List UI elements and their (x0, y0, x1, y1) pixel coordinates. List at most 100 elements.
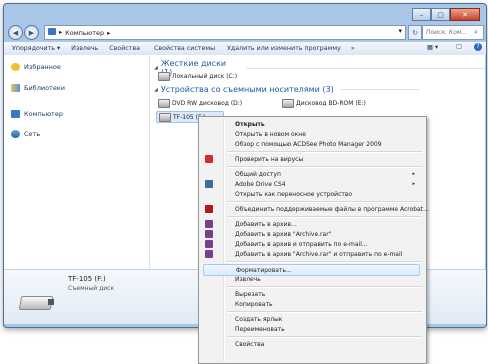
search-icon: ⌕ (474, 28, 478, 36)
menu-item-label: Добавить в архив и отправить по e-mail..… (235, 240, 368, 248)
menu-item-5[interactable]: Общий доступ ▸ (203, 169, 418, 179)
search-input[interactable] (423, 29, 474, 36)
winrar-icon (205, 230, 213, 238)
back-arrow-icon: ◀ (12, 28, 19, 37)
maximize-button[interactable]: ▢ (431, 8, 450, 21)
menu-item-19[interactable]: Свойства (203, 339, 418, 349)
breadcrumb-arrow-icon[interactable]: ▸ (107, 29, 110, 37)
details-type: Съемный диск (68, 285, 115, 292)
usb-connector-icon (48, 299, 54, 305)
menu-item-label: Открыть (235, 120, 265, 128)
menu-item-15[interactable]: Вырезать (203, 289, 418, 299)
drive-bd-e[interactable]: Дисковод BD-ROM (E:) (282, 99, 366, 108)
refresh-button[interactable]: ↻ (408, 25, 422, 40)
forward-button[interactable]: ▶ (24, 25, 39, 40)
hard-drive-icon (158, 72, 170, 81)
menu-item-label: Извлечь (235, 275, 261, 283)
group-header-removable[interactable]: ◢ Устройства со съемными носителями (3) (154, 85, 420, 94)
menu-item-1[interactable]: Открыть (203, 119, 418, 129)
menu-separator (227, 201, 422, 203)
menu-item-label: Копировать (235, 300, 273, 308)
refresh-icon: ↻ (412, 28, 418, 37)
menu-item-12[interactable]: Добавить в архив "Archive.rar" и отправи… (203, 249, 418, 259)
menu-item-label: Свойства (235, 340, 265, 348)
menu-item-2[interactable]: Открыть в новом окне (203, 129, 418, 139)
help-button[interactable]: ? (474, 43, 482, 51)
nav-item-computer[interactable]: Компьютер (11, 110, 63, 118)
caption-buttons: – ▢ ✕ (412, 8, 480, 21)
star-icon (11, 63, 20, 71)
minimize-button[interactable]: – (412, 8, 431, 21)
menu-item-18[interactable]: Переименовать (203, 324, 418, 334)
computer-icon (48, 28, 56, 35)
preview-pane-button[interactable]: ▢ (456, 43, 462, 50)
address-dropdown-icon[interactable]: ▾ (398, 27, 402, 35)
menu-item-label: Объединить поддерживаемые файлы в програ… (235, 205, 429, 213)
more-commands-button[interactable]: » (351, 45, 355, 52)
menu-item-8[interactable]: Объединить поддерживаемые файлы в програ… (203, 204, 429, 214)
menu-item-4[interactable]: Проверить на вирусы (203, 154, 418, 164)
menu-item-label: Переименовать (235, 325, 285, 333)
uninstall-program-button[interactable]: Удалить или изменить программу (227, 45, 341, 52)
menu-item-10[interactable]: Добавить в архив "Archive.rar" (203, 229, 418, 239)
menu-separator (227, 286, 422, 288)
menu-separator (227, 216, 422, 218)
drive-dvd-d[interactable]: DVD RW дисковод (D:) (158, 99, 242, 108)
nav-item-libraries[interactable]: Библиотеки (11, 84, 65, 92)
collapse-triangle-icon: ◢ (154, 65, 158, 71)
menu-item-label: Открыть в новом окне (235, 130, 306, 138)
nav-item-favorites[interactable]: Избранное (11, 63, 61, 71)
drive-label: Локальный диск (C:) (172, 73, 238, 80)
menu-item-label: Добавить в архив "Archive.rar" и отправи… (235, 250, 403, 258)
winrar-icon (205, 240, 213, 248)
menu-item-7[interactable]: Открыть как переносное устройство (203, 189, 418, 199)
menu-item-6[interactable]: Adobe Drive CS4 ▸ (203, 179, 418, 189)
breadcrumb-arrow-icon: ▸ (59, 29, 63, 36)
menu-separator (227, 336, 422, 338)
nav-item-label: Библиотеки (24, 84, 65, 92)
menu-item-14[interactable]: Извлечь (203, 274, 418, 284)
nav-item-network[interactable]: Сеть (11, 130, 40, 138)
drive-local-c[interactable]: Локальный диск (C:) (158, 72, 237, 81)
menu-item-9[interactable]: Добавить в архив... (203, 219, 418, 229)
network-icon (11, 130, 20, 138)
back-button[interactable]: ◀ (8, 25, 23, 40)
kaspersky-icon (205, 155, 213, 163)
menu-item-label: Обзор с помощью ACDSee Photo Manager 200… (235, 140, 382, 148)
acrobat-icon (205, 205, 213, 213)
view-options-button[interactable]: ▦ ▾ (427, 44, 438, 51)
organize-button[interactable]: Упорядочить ▾ (12, 45, 60, 52)
breadcrumb-computer[interactable]: Компьютер (65, 29, 104, 37)
menu-item-17[interactable]: Создать ярлык (203, 314, 418, 324)
menu-separator (227, 166, 422, 168)
drive-label: Дисковод BD-ROM (E:) (296, 100, 366, 107)
menu-item-label: Общий доступ (235, 170, 281, 178)
address-bar[interactable]: ▸ Компьютер ▸ ▾ (44, 25, 406, 40)
command-toolbar: Упорядочить ▾ Извлечь Свойства Свойства … (4, 41, 486, 56)
search-box[interactable]: ⌕ (422, 25, 484, 40)
system-properties-button[interactable]: Свойства системы (154, 45, 215, 52)
details-name: TF-105 (F:) (68, 275, 106, 283)
menu-item-11[interactable]: Добавить в архив и отправить по e-mail..… (203, 239, 418, 249)
submenu-arrow-icon: ▸ (412, 181, 415, 187)
group-divider (245, 67, 485, 69)
group-title: Устройства со съемными носителями (3) (160, 85, 334, 94)
menu-item-label: Добавить в архив "Archive.rar" (235, 230, 332, 238)
properties-button[interactable]: Свойства (109, 45, 140, 52)
menu-item-3[interactable]: Обзор с помощью ACDSee Photo Manager 200… (203, 139, 418, 149)
navigation-pane: Избранное Библиотеки Компьютер Сеть (4, 55, 150, 269)
close-button[interactable]: ✕ (450, 8, 480, 21)
menu-item-label: Добавить в архив... (235, 220, 297, 228)
eject-button[interactable]: Извлечь (71, 45, 98, 52)
winrar-icon (205, 250, 213, 258)
group-divider (339, 89, 420, 90)
computer-icon (11, 110, 20, 118)
dvd-drive-icon (158, 99, 170, 108)
menu-item-label: Adobe Drive CS4 (235, 180, 286, 188)
nav-item-label: Избранное (24, 63, 61, 71)
collapse-triangle-icon: ◢ (154, 86, 158, 93)
forward-arrow-icon: ▶ (28, 28, 35, 37)
menu-separator (227, 151, 422, 153)
menu-item-16[interactable]: Копировать (203, 299, 418, 309)
menu-separator (227, 311, 422, 313)
